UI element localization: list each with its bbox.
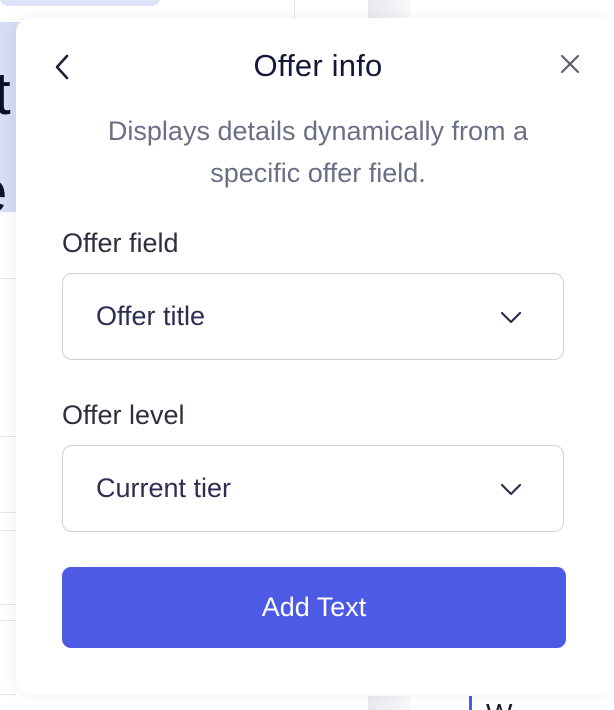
chevron-down-icon	[500, 311, 522, 324]
offer-field-value: Offer title	[96, 301, 206, 331]
background-accent-bar	[469, 696, 472, 710]
background-divider	[0, 694, 16, 695]
add-text-button-label: Add Text	[261, 592, 367, 622]
panel-description: Displays details dynamically from a spec…	[107, 116, 529, 188]
add-text-button[interactable]: Add Text	[62, 567, 566, 648]
offer-field-label: Offer field	[62, 228, 179, 258]
background-pill	[0, 0, 160, 6]
background-divider	[294, 0, 295, 18]
panel-title: Offer info	[253, 48, 383, 83]
chevron-down-icon	[500, 483, 522, 496]
background-divider	[0, 604, 16, 605]
offer-level-select[interactable]: Current tier	[62, 445, 564, 532]
background-heading-fragment: e	[0, 162, 7, 213]
background-block	[368, 0, 410, 18]
close-button[interactable]	[556, 50, 584, 78]
background-heading-fragment: rt	[0, 60, 11, 127]
offer-level-label: Offer level	[62, 400, 185, 430]
offer-info-panel: Offer info Displays details dynamically …	[16, 18, 614, 694]
background-divider	[0, 512, 16, 513]
background-block	[368, 696, 410, 710]
offer-level-value: Current tier	[96, 473, 232, 503]
offer-field-select[interactable]: Offer title	[62, 273, 564, 360]
background-text-fragment: W	[486, 700, 512, 710]
background-divider	[0, 278, 16, 279]
app-stage: rt e W Offer info Displays details dynam…	[0, 0, 614, 710]
background-divider	[0, 620, 16, 621]
close-icon	[560, 54, 580, 74]
background-divider	[0, 530, 16, 531]
background-divider	[0, 436, 16, 437]
